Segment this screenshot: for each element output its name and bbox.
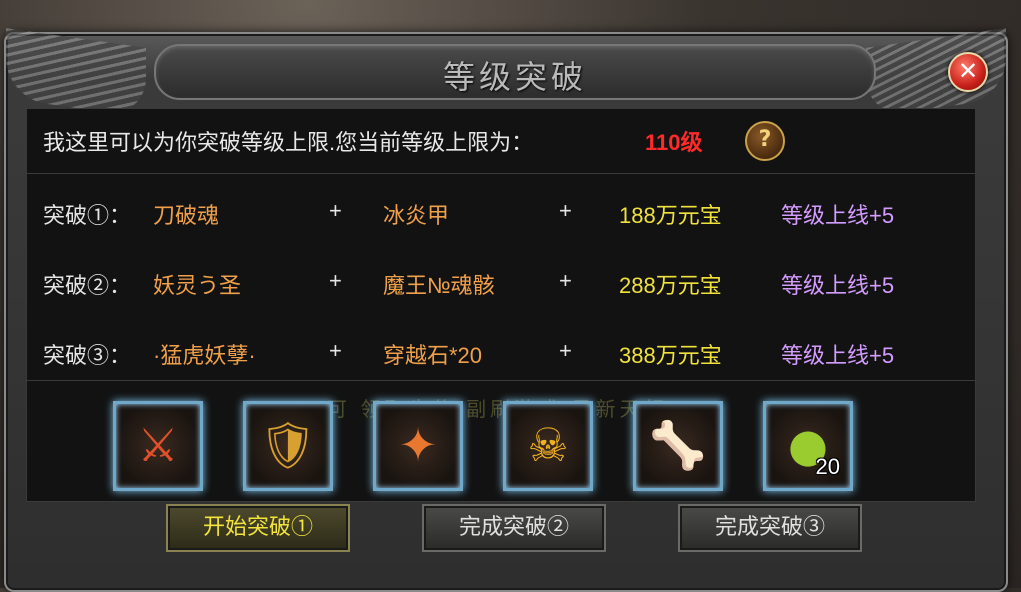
level-reward: 等级上线+5 xyxy=(781,273,895,298)
item-slot-1[interactable]: ⚔ xyxy=(113,401,203,491)
bone-icon: 🦴 xyxy=(649,418,707,472)
ingot-cost: 188万元宝 xyxy=(619,203,722,228)
requirement-row-1: 突破①： 刀破魂 + 冰炎甲 + 188万元宝 等级上线+5 xyxy=(27,192,975,232)
item-slot-3[interactable]: ✦ xyxy=(373,401,463,491)
material-1: ·猛虎妖孽· xyxy=(153,343,256,368)
material-2: 魔王№魂骸 xyxy=(383,273,495,298)
requirement-row-2: 突破②： 妖灵う圣 + 魔王№魂骸 + 288万元宝 等级上线+5 xyxy=(27,262,975,302)
requirement-list: 突破①： 刀破魂 + 冰炎甲 + 188万元宝 等级上线+5 突破②： 妖灵う圣… xyxy=(27,174,975,381)
close-button[interactable]: ✕ xyxy=(948,52,988,92)
plus-sign: + xyxy=(559,198,572,223)
material-1: 刀破魂 xyxy=(153,203,220,228)
row-label: 突破②： xyxy=(43,273,132,298)
left-wing-ornament xyxy=(6,28,146,118)
current-level-cap: 110级 xyxy=(645,130,703,155)
plus-sign: + xyxy=(559,338,572,363)
skeleton-icon: ☠ xyxy=(527,418,569,472)
row-label: 突破③： xyxy=(43,343,132,368)
item-slot-5[interactable]: 🦴 xyxy=(633,401,723,491)
content-area: 我这里可以为你突破等级上限.您当前等级上限为： 110级 ? 突破①： 刀破魂 … xyxy=(26,108,976,502)
item-slot-2[interactable]: 🛡 xyxy=(243,401,333,491)
material-2: 穿越石*20 xyxy=(383,343,483,368)
close-icon: ✕ xyxy=(957,57,979,85)
info-row: 我这里可以为你突破等级上限.您当前等级上限为： 110级 ? xyxy=(27,109,975,174)
item-slot-4[interactable]: ☠ xyxy=(503,401,593,491)
ingot-cost: 288万元宝 xyxy=(619,273,722,298)
stack-count: 20 xyxy=(815,454,840,479)
requirement-row-3: 突破③： ·猛虎妖孽· + 穿越石*20 + 388万元宝 等级上线+5 xyxy=(27,332,975,372)
item-slot-6[interactable]: ● 20 xyxy=(763,401,853,491)
material-1: 妖灵う圣 xyxy=(153,273,242,298)
level-reward: 等级上线+5 xyxy=(781,343,895,368)
level-reward: 等级上线+5 xyxy=(781,203,895,228)
window-title: 等级突破 xyxy=(442,58,587,96)
row-label: 突破①： xyxy=(43,203,132,228)
title-bar: 等级突破 xyxy=(154,44,876,100)
plus-sign: + xyxy=(329,338,342,363)
info-text: 我这里可以为你突破等级上限.您当前等级上限为： xyxy=(43,130,534,155)
material-2: 冰炎甲 xyxy=(383,203,450,228)
blade-icon: ⚔ xyxy=(137,418,179,472)
finish-breakthrough-3-button[interactable]: 完成突破③ xyxy=(678,504,862,552)
plus-sign: + xyxy=(559,268,572,293)
plus-sign: + xyxy=(329,268,342,293)
plus-sign: + xyxy=(329,198,342,223)
help-icon[interactable]: ? xyxy=(745,121,785,161)
item-slots: 可 领取肯悠 副刷游戏 录新天领 ⚔ 🛡 ✦ ☠ 🦴 ● 20 xyxy=(27,381,975,501)
start-breakthrough-1-button[interactable]: 开始突破① xyxy=(166,504,350,552)
ingot-cost: 388万元宝 xyxy=(619,343,722,368)
armor-icon: 🛡 xyxy=(258,418,318,472)
finish-breakthrough-2-button[interactable]: 完成突破② xyxy=(422,504,606,552)
claw-icon: ✦ xyxy=(398,418,438,472)
